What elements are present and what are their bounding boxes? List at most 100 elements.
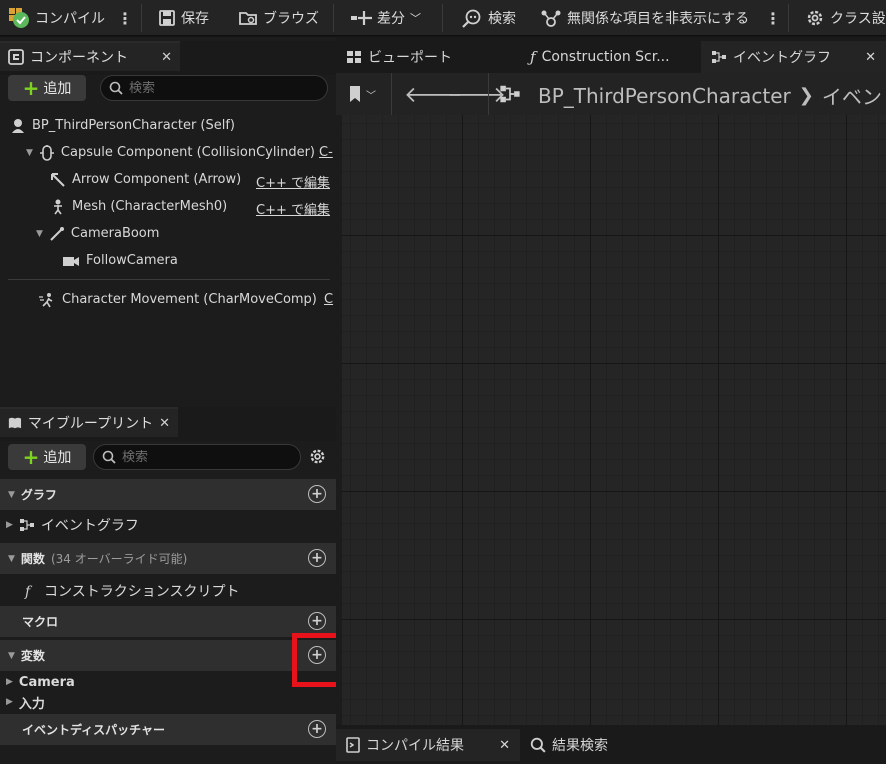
tab-viewport[interactable]: ビューポート: [336, 41, 462, 73]
blueprint-search[interactable]: [93, 444, 301, 470]
save-button[interactable]: 保存: [158, 0, 209, 36]
mesh-edit-link[interactable]: C++ で編集: [256, 199, 330, 218]
component-capsule[interactable]: ▼ Capsule Component (CollisionCylinder): [26, 139, 315, 166]
find-button[interactable]: 検索: [461, 0, 516, 36]
event-graph-item[interactable]: ▶ イベントグラフ: [6, 512, 139, 538]
arrow-edit-link[interactable]: C++ で編集: [256, 172, 330, 191]
expand-arrow-icon[interactable]: ▶: [6, 520, 13, 530]
category-event-dispatchers[interactable]: イベントディスパッチャー +: [0, 714, 336, 745]
component-mesh[interactable]: Mesh (CharacterMesh0): [50, 193, 227, 220]
chevron-down-icon: ﹀: [366, 90, 376, 102]
component-arrow[interactable]: Arrow Component (Arrow): [50, 166, 241, 193]
category-functions[interactable]: ▼ 関数 (34 オーバーライド可能) +: [0, 543, 336, 574]
capsule-edit-link[interactable]: C-: [319, 145, 333, 160]
search-icon: [109, 81, 123, 95]
compile-status-icon: [9, 8, 29, 28]
arrow-component-icon: [51, 172, 65, 187]
expand-arrow-icon[interactable]: ▼: [36, 229, 43, 239]
viewport-icon: [347, 51, 361, 63]
component-arrow-label: Arrow Component (Arrow): [72, 172, 242, 187]
close-icon[interactable]: ✕: [865, 50, 876, 65]
blueprint-settings-gear-icon[interactable]: [308, 447, 327, 470]
bookmark-icon: [350, 86, 360, 102]
graph-toolbar: ﹀ 🡐 🡒 BP_ThirdPersonCharacter ❯ イベント: [336, 73, 886, 115]
category-graphs[interactable]: ▼ グラフ +: [0, 479, 336, 510]
add-macro-icon[interactable]: +: [308, 612, 326, 630]
save-icon: [159, 10, 175, 26]
expand-arrow-icon[interactable]: ▶: [6, 677, 13, 687]
tab-compile-results[interactable]: コンパイル結果 ✕: [336, 729, 520, 761]
collapse-arrow-icon: ▼: [8, 650, 15, 661]
variable-group-input[interactable]: ▶ 入力: [6, 690, 45, 714]
function-icon: ƒ: [530, 48, 536, 66]
component-camera-boom[interactable]: ▼ CameraBoom: [36, 220, 159, 247]
diff-button[interactable]: 差分 ﹀: [350, 0, 421, 36]
breadcrumb-current: イベント: [821, 85, 886, 109]
tab-my-blueprint[interactable]: マイブループリント ✕: [0, 407, 178, 437]
hide-unrelated-button[interactable]: 無関係な項目を非表示にする: [540, 0, 749, 36]
category-event-dispatchers-label: イベントディスパッチャー: [22, 723, 166, 737]
close-icon[interactable]: ✕: [499, 738, 510, 753]
tab-construction-label: Construction Scr...: [541, 49, 670, 65]
event-graph-icon: [712, 51, 726, 63]
diff-icon: [351, 11, 372, 25]
category-variables-label: 変数: [20, 649, 45, 663]
camera-icon: [63, 256, 79, 266]
tab-event-graph-label: イベントグラフ: [733, 50, 831, 66]
add-function-icon[interactable]: +: [308, 549, 326, 567]
skeletal-mesh-icon: [54, 199, 62, 214]
bookmark-dropdown[interactable]: ﹀: [348, 85, 376, 103]
category-macros[interactable]: マクロ +: [0, 606, 336, 637]
components-search[interactable]: [100, 75, 328, 101]
components-search-input[interactable]: [129, 80, 279, 96]
category-macros-label: マクロ: [22, 615, 59, 629]
variable-group-input-label: 入力: [18, 696, 45, 712]
find-in-blueprint-icon: [462, 9, 481, 28]
expand-arrow-icon[interactable]: ▼: [26, 148, 33, 158]
component-char-movement[interactable]: Character Movement (CharMoveComp): [38, 286, 317, 313]
tab-event-graph[interactable]: イベントグラフ ✕: [701, 41, 886, 73]
browse-button[interactable]: ブラウズ: [238, 0, 319, 36]
category-variables[interactable]: ▼ 変数 +: [0, 640, 336, 671]
forward-arrow-icon[interactable]: 🡒: [447, 82, 506, 108]
chevron-down-icon: ﹀: [410, 12, 421, 25]
gear-icon: [807, 10, 823, 26]
components-tabstrip: コンポーネント ✕: [0, 41, 336, 75]
component-capsule-label: Capsule Component (CollisionCylinder): [60, 145, 315, 160]
components-add-label: 追加: [43, 81, 72, 97]
tab-find-results[interactable]: 結果検索: [520, 729, 618, 761]
hide-options-icon[interactable]: ⋮: [765, 0, 781, 36]
tab-compile-results-label: コンパイル結果: [366, 738, 464, 754]
close-icon[interactable]: ✕: [159, 416, 170, 431]
compile-options-icon[interactable]: ⋮: [117, 0, 133, 36]
tab-construction-script[interactable]: ƒ Construction Scr...: [520, 41, 680, 73]
component-follow-camera-label: FollowCamera: [86, 253, 178, 268]
class-settings-button[interactable]: クラス設: [805, 0, 886, 36]
component-self[interactable]: BP_ThirdPersonCharacter (Self): [10, 112, 235, 139]
components-add-button[interactable]: + 追加: [8, 75, 86, 101]
capsule-icon: [39, 144, 54, 161]
browse-label: ブラウズ: [263, 11, 319, 27]
char-movement-edit-link[interactable]: C: [324, 292, 333, 307]
construction-script-item[interactable]: f コンストラクションスクリプト: [22, 578, 239, 604]
event-graph-canvas[interactable]: [342, 115, 886, 725]
add-graph-icon[interactable]: +: [308, 485, 326, 503]
class-settings-label: クラス設: [830, 11, 886, 27]
blueprint-add-label: 追加: [43, 450, 72, 466]
breadcrumb-separator-icon: ❯: [798, 85, 814, 106]
compile-button[interactable]: コンパイル: [8, 0, 105, 36]
expand-arrow-icon[interactable]: ▶: [6, 697, 13, 707]
main-toolbar: コンパイル ⋮ 保存 ブラウズ 差分 ﹀ 検索 無関係な項目を非表示にする ⋮ …: [0, 0, 886, 36]
breadcrumb-root[interactable]: BP_ThirdPersonCharacter: [538, 84, 791, 108]
blueprint-search-input[interactable]: [122, 449, 272, 465]
event-graph-item-label: イベントグラフ: [40, 518, 139, 534]
component-follow-camera[interactable]: FollowCamera: [62, 247, 178, 274]
close-icon[interactable]: ✕: [161, 50, 172, 65]
svg-text:f: f: [24, 584, 33, 599]
find-label: 検索: [488, 11, 516, 27]
add-event-dispatcher-icon[interactable]: +: [308, 720, 326, 738]
tab-components[interactable]: コンポーネント ✕: [0, 41, 180, 71]
blueprint-add-button[interactable]: + 追加: [8, 444, 86, 470]
hide-unrelated-label: 無関係な項目を非表示にする: [567, 11, 750, 27]
compile-label: コンパイル: [35, 11, 105, 27]
